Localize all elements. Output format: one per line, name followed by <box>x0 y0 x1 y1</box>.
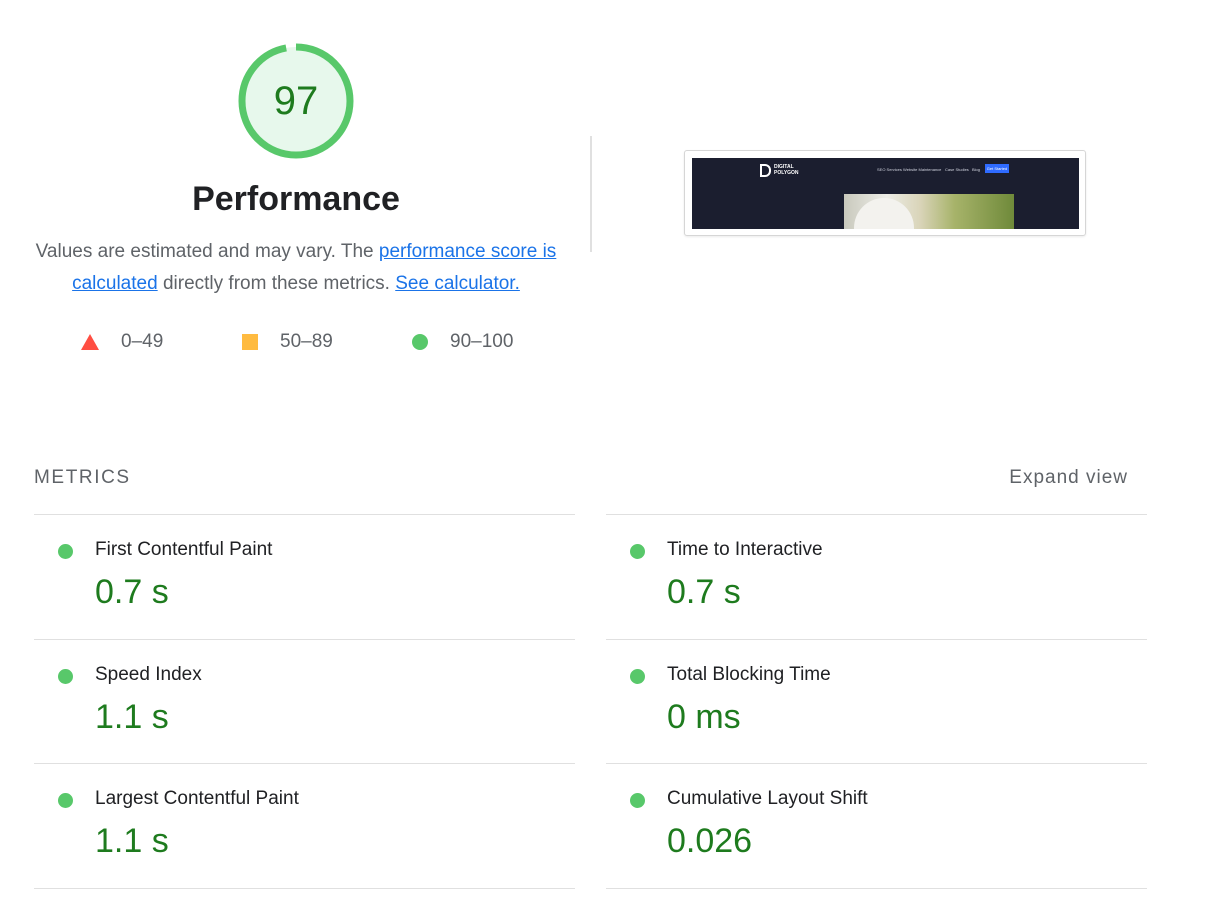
final-screenshot[interactable]: DIGITAL POLYGON SEO Services Website Mai… <box>684 150 1086 236</box>
metric-largest-contentful-paint[interactable]: Largest Contentful Paint 1.1 s <box>34 763 575 889</box>
screenshot-image: DIGITAL POLYGON SEO Services Website Mai… <box>692 158 1079 229</box>
pass-circle-icon <box>58 544 73 559</box>
pass-circle-icon <box>58 793 73 808</box>
pass-circle-icon <box>630 544 645 559</box>
score-value: 97 <box>273 79 319 123</box>
legend-range: 0–49 <box>121 331 164 352</box>
description-text: Values are estimated and may vary. The <box>35 241 374 262</box>
metric-speed-index[interactable]: Speed Index 1.1 s <box>34 639 575 764</box>
see-calculator-link[interactable]: See calculator. <box>395 273 520 294</box>
metric-value: 0.7 s <box>95 573 169 611</box>
vertical-divider <box>590 136 592 252</box>
legend-average: 50–89 <box>242 330 333 354</box>
metric-name: Largest Contentful Paint <box>95 788 299 809</box>
metric-time-to-interactive[interactable]: Time to Interactive 0.7 s <box>606 514 1147 639</box>
site-hero-image <box>844 194 1014 229</box>
metric-value: 0.7 s <box>667 573 741 611</box>
square-icon <box>242 334 258 350</box>
metric-value: 1.1 s <box>95 822 169 860</box>
circle-icon <box>412 334 428 350</box>
metric-name: Time to Interactive <box>667 539 823 560</box>
site-logo-text: DIGITAL POLYGON <box>774 164 814 176</box>
performance-report: 97 Performance Values are estimated and … <box>0 0 1232 900</box>
category-title: Performance <box>192 180 400 218</box>
legend-fail: 0–49 <box>81 330 163 354</box>
site-nav-item: Blog <box>972 167 981 172</box>
description-text-middle: directly from these metrics. <box>162 273 390 294</box>
pass-circle-icon <box>630 669 645 684</box>
legend-range: 90–100 <box>450 331 514 352</box>
triangle-icon <box>81 334 99 350</box>
site-cta-button: Get Started <box>985 164 1009 173</box>
hero-figure <box>854 198 914 229</box>
legend-range: 50–89 <box>280 331 333 352</box>
site-logo-icon <box>760 164 771 177</box>
metrics-heading: Metrics <box>34 467 131 488</box>
expand-view-toggle[interactable]: Expand view <box>1009 467 1128 489</box>
metric-name: First Contentful Paint <box>95 539 273 560</box>
metric-total-blocking-time[interactable]: Total Blocking Time 0 ms <box>606 639 1147 764</box>
performance-score-gauge[interactable]: 97 <box>237 42 355 160</box>
pass-circle-icon <box>58 669 73 684</box>
metric-cumulative-layout-shift[interactable]: Cumulative Layout Shift 0.026 <box>606 763 1147 889</box>
metric-value: 0 ms <box>667 698 741 736</box>
site-nav-item: Case Studies <box>945 167 969 172</box>
site-nav-item: SEO Services <box>877 167 902 172</box>
metric-value: 1.1 s <box>95 698 169 736</box>
metric-first-contentful-paint[interactable]: First Contentful Paint 0.7 s <box>34 514 575 639</box>
logo-line-2: POLYGON <box>774 170 799 176</box>
pass-circle-icon <box>630 793 645 808</box>
metric-value: 0.026 <box>667 822 753 860</box>
metric-name: Speed Index <box>95 664 202 685</box>
metric-name: Cumulative Layout Shift <box>667 788 868 809</box>
metric-name: Total Blocking Time <box>667 664 831 685</box>
score-description: Values are estimated and may vary. The p… <box>30 236 562 300</box>
site-nav-item: Website Maintenance <box>903 167 942 172</box>
legend-pass: 90–100 <box>412 330 513 354</box>
